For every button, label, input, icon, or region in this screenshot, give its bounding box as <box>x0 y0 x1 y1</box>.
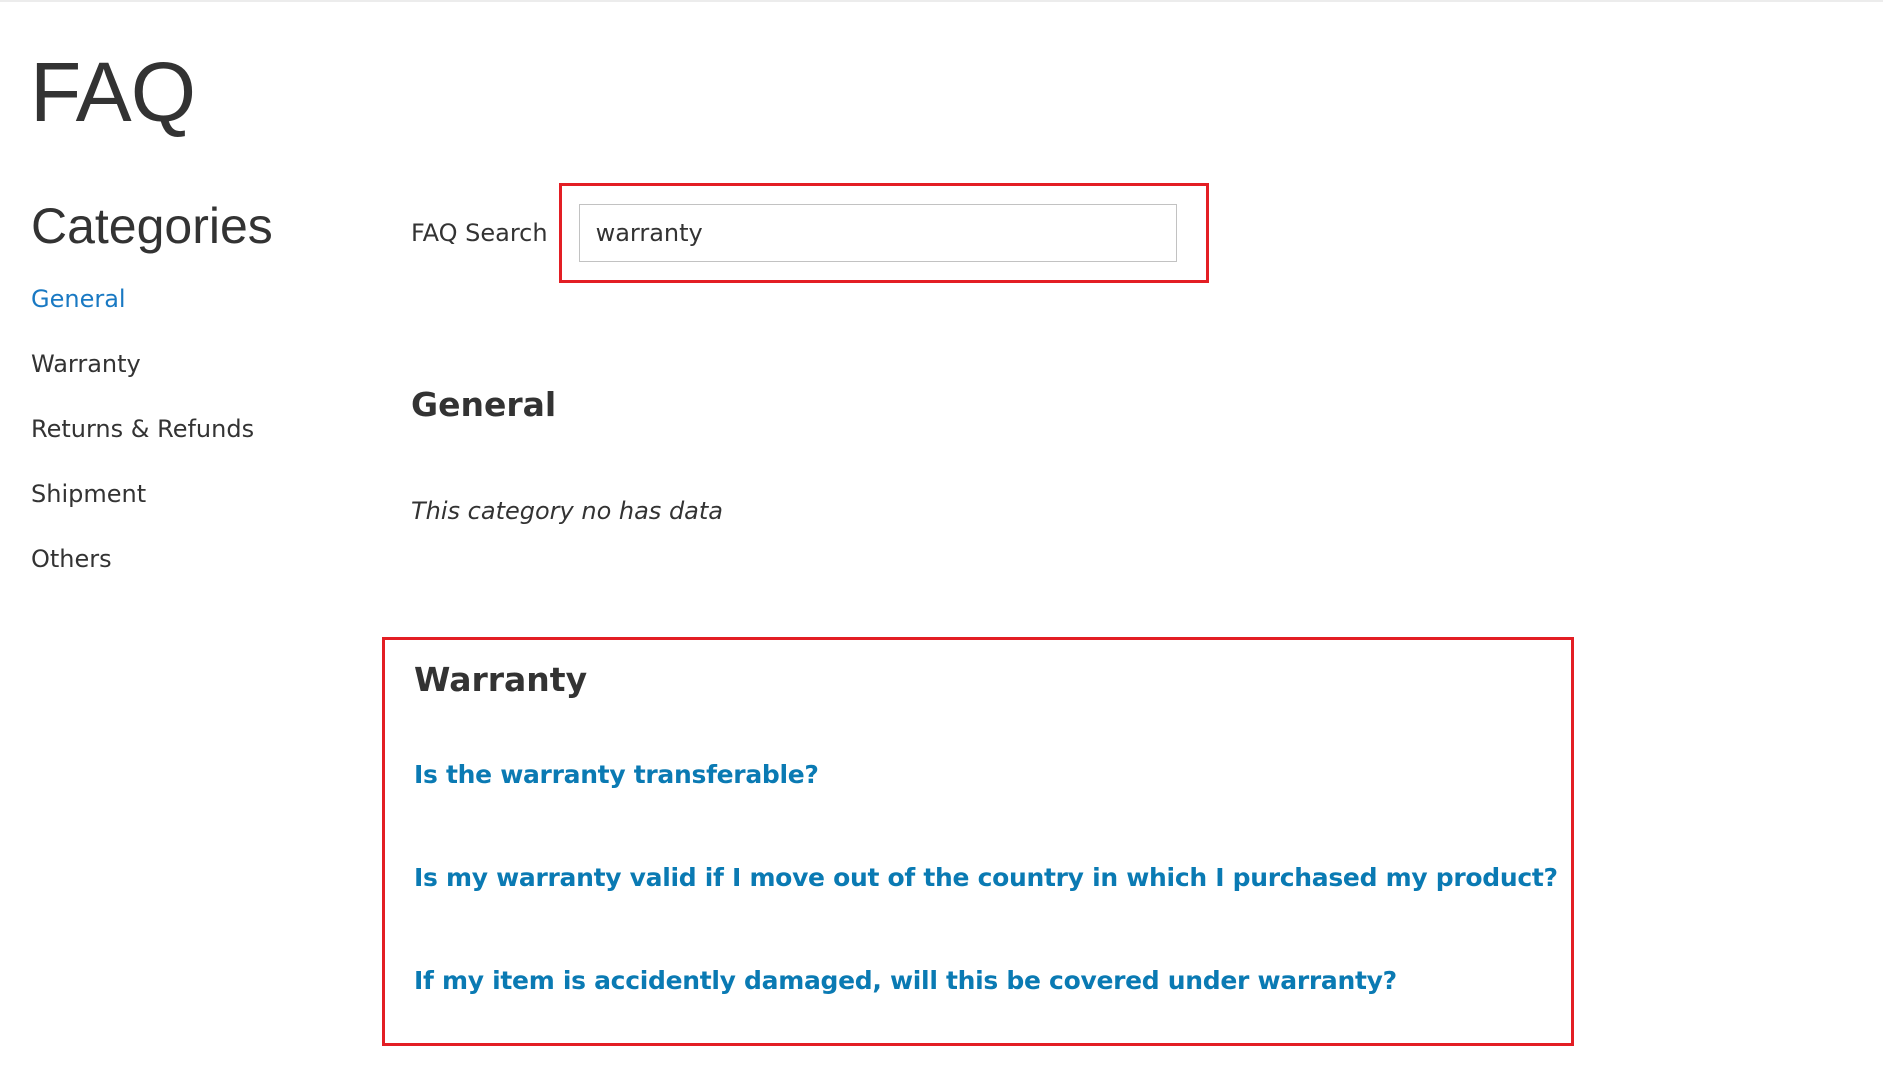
section-general: General This category no has data <box>411 383 723 525</box>
category-general[interactable]: General <box>31 284 361 349</box>
faq-search-label: FAQ Search <box>411 219 548 247</box>
category-returns-refunds[interactable]: Returns & Refunds <box>31 414 361 479</box>
list-item: Is the warranty transferable? <box>414 760 1571 863</box>
category-list: General Warranty Returns & Refunds Shipm… <box>31 284 361 609</box>
section-general-title: General <box>411 385 557 424</box>
category-warranty[interactable]: Warranty <box>31 349 361 414</box>
list-item: If my item is accidently damaged, will t… <box>414 966 1571 1069</box>
empty-category-message: This category no has data <box>411 497 723 525</box>
faq-search-row: FAQ Search <box>411 183 1209 283</box>
warranty-question-list: Is the warranty transferable? Is my warr… <box>414 760 1571 1069</box>
category-others[interactable]: Others <box>31 544 361 609</box>
faq-search-input[interactable] <box>578 204 1177 262</box>
faq-question-link[interactable]: If my item is accidently damaged, will t… <box>414 966 1397 995</box>
categories-heading: Categories <box>31 198 273 254</box>
page-title: FAQ <box>30 45 196 139</box>
faq-question-link[interactable]: Is my warranty valid if I move out of th… <box>414 863 1558 892</box>
list-item: Is my warranty valid if I move out of th… <box>414 863 1571 966</box>
categories-sidebar: Categories General Warranty Returns & Re… <box>31 196 361 609</box>
section-warranty-title: Warranty <box>414 660 588 699</box>
category-shipment[interactable]: Shipment <box>31 479 361 544</box>
section-warranty: Warranty Is the warranty transferable? I… <box>382 637 1574 1046</box>
top-divider <box>0 0 1883 2</box>
search-highlight-box <box>558 183 1209 283</box>
faq-question-link[interactable]: Is the warranty transferable? <box>414 760 819 789</box>
